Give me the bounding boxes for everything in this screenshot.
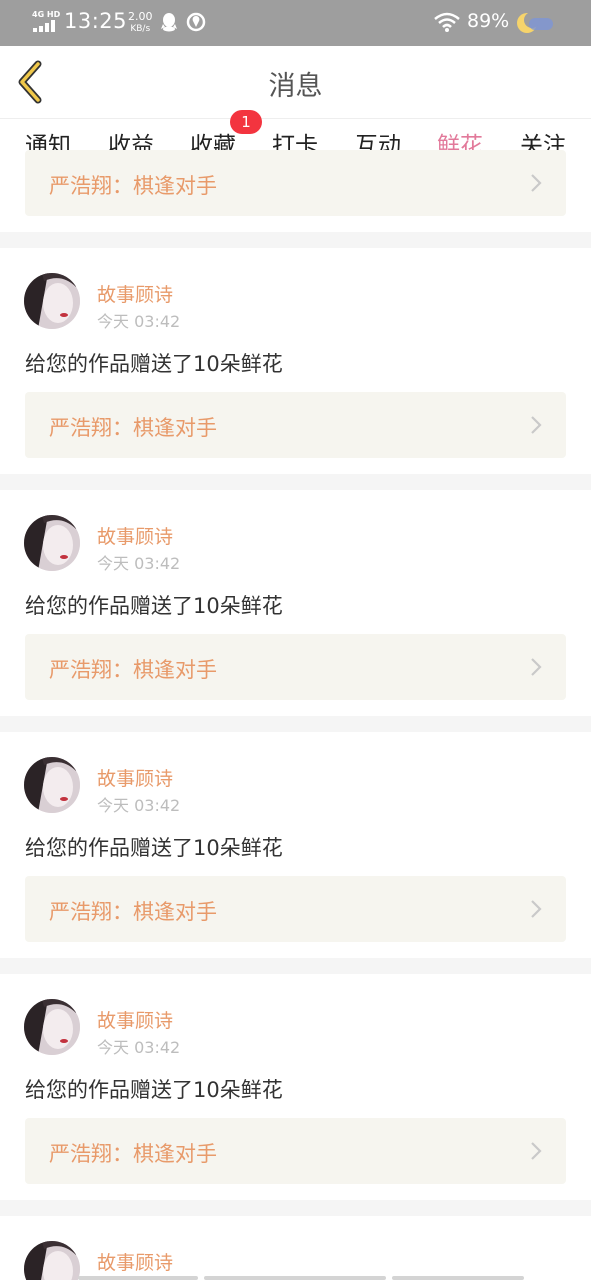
message-time: 今天 03:42 [97, 1038, 181, 1057]
chevron-right-icon [531, 416, 542, 434]
message-card: 故事顾诗 今天 03:42 给您的作品赠送了10朵鲜花 严浩翔：棋逢对手 [0, 248, 591, 474]
qq-icon [161, 13, 177, 32]
work-title: 严浩翔：棋逢对手 [49, 658, 217, 682]
avatar-image [24, 757, 80, 813]
avatar-image [24, 273, 80, 329]
avatar[interactable] [24, 1241, 80, 1280]
chevron-right-icon [531, 658, 542, 676]
work-title: 严浩翔：棋逢对手 [49, 174, 217, 198]
message-text: 给您的作品赠送了10朵鲜花 [25, 836, 283, 860]
network-type: 4G HD [32, 10, 61, 19]
message-card: 故事顾诗 今天 03:42 给您的作品赠送了10朵鲜花 严浩翔：棋逢对手 [0, 974, 591, 1200]
work-link[interactable]: 严浩翔：棋逢对手 [25, 150, 566, 216]
avatar-image [24, 515, 80, 571]
chevron-right-icon [531, 174, 542, 192]
avatar-image [24, 1241, 80, 1280]
avatar[interactable] [24, 273, 80, 329]
chevron-right-icon [531, 1142, 542, 1160]
net-speed-value: 2.00 [128, 10, 153, 23]
message-time: 今天 03:42 [97, 796, 181, 815]
location-icon [186, 12, 206, 32]
message-text: 给您的作品赠送了10朵鲜花 [25, 352, 283, 376]
avatar[interactable] [24, 515, 80, 571]
sender-name[interactable]: 故事顾诗 [97, 1248, 173, 1275]
scroll-hint [204, 1276, 386, 1280]
message-time: 今天 03:42 [97, 312, 181, 331]
sender-name[interactable]: 故事顾诗 [97, 764, 173, 791]
net-speed-unit: KB/s [130, 24, 151, 34]
moon-icon [517, 12, 553, 33]
message-card: 故事顾诗 今天 03:42 给您的作品赠送了10朵鲜花 严浩翔：棋逢对手 [0, 732, 591, 958]
work-title: 严浩翔：棋逢对手 [49, 416, 217, 440]
sender-name[interactable]: 故事顾诗 [97, 1006, 173, 1033]
battery-level: 89% [467, 10, 510, 32]
work-link[interactable]: 严浩翔：棋逢对手 [25, 392, 566, 458]
status-bar: 4G HD 13:25 2.00 KB/s 89% [0, 0, 591, 46]
avatar[interactable] [24, 757, 80, 813]
message-card: 严浩翔：棋逢对手 [0, 150, 591, 232]
work-link[interactable]: 严浩翔：棋逢对手 [25, 1118, 566, 1184]
work-title: 严浩翔：棋逢对手 [49, 900, 217, 924]
scroll-hint [78, 1276, 198, 1280]
title-bar: 消息 [0, 46, 591, 118]
work-title: 严浩翔：棋逢对手 [49, 1142, 217, 1166]
avatar[interactable] [24, 999, 80, 1055]
favorites-badge: 1 [230, 110, 262, 134]
message-text: 给您的作品赠送了10朵鲜花 [25, 594, 283, 618]
work-link[interactable]: 严浩翔：棋逢对手 [25, 876, 566, 942]
work-link[interactable]: 严浩翔：棋逢对手 [25, 634, 566, 700]
wifi-icon [434, 12, 460, 32]
scroll-hint [392, 1276, 524, 1280]
sender-name[interactable]: 故事顾诗 [97, 280, 173, 307]
message-card: 故事顾诗 [0, 1216, 591, 1280]
message-text: 给您的作品赠送了10朵鲜花 [25, 1078, 283, 1102]
message-card: 故事顾诗 今天 03:42 给您的作品赠送了10朵鲜花 严浩翔：棋逢对手 [0, 490, 591, 716]
chevron-right-icon [531, 900, 542, 918]
sender-name[interactable]: 故事顾诗 [97, 522, 173, 549]
avatar-image [24, 999, 80, 1055]
signal-icon [33, 20, 57, 32]
message-time: 今天 03:42 [97, 554, 181, 573]
page-title: 消息 [268, 71, 323, 102]
clock: 13:25 [64, 9, 128, 33]
net-speed: 2.00 KB/s [128, 11, 153, 35]
